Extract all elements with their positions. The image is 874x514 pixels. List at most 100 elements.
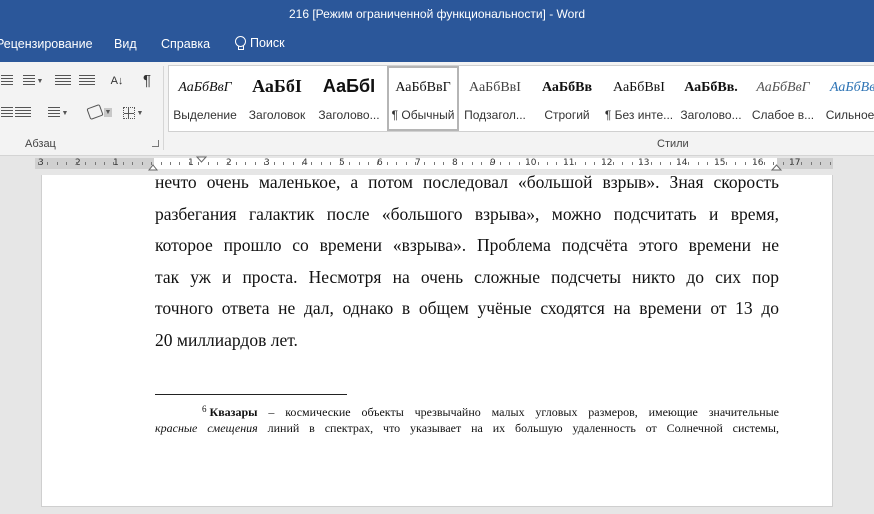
ruler-tick	[47, 162, 49, 165]
footnote-text: – космические объекты чрезвычайно малых …	[257, 405, 779, 419]
ruler-tick	[518, 162, 520, 165]
ruler-tick	[113, 162, 115, 165]
ruler-tick	[716, 162, 718, 165]
ruler-tick	[122, 162, 124, 165]
tab-view[interactable]: Вид	[114, 37, 137, 51]
first-line-indent[interactable]	[196, 156, 208, 164]
footnote-text: линий в спектрах, что указывает на их бо…	[257, 421, 779, 435]
style-strong[interactable]: АаБбВв Строгий	[531, 66, 603, 131]
style-heading-1[interactable]: АаБбI Заголово...	[313, 66, 385, 131]
ruler-tick	[405, 162, 407, 165]
group-separator	[163, 66, 164, 150]
align-right-button[interactable]	[0, 106, 14, 120]
hanging-indent-marker[interactable]	[147, 164, 159, 171]
line-spacing-button[interactable]: ▼	[45, 106, 71, 120]
ruler-tick	[188, 162, 190, 165]
document-body[interactable]: нечто очень маленькое, а потом последова…	[155, 175, 779, 357]
footnote-italic-term: красные смещения	[155, 421, 258, 435]
ruler-tick	[452, 162, 454, 165]
ruler-tick	[386, 162, 388, 165]
lightbulb-icon	[234, 36, 246, 50]
ruler-tick	[528, 162, 530, 165]
ruler-tick	[678, 162, 680, 165]
multilevel-list-button[interactable]: ▼	[22, 74, 44, 88]
ruler-tick	[801, 162, 803, 165]
list-bullets-button[interactable]	[0, 74, 14, 88]
increase-indent-button[interactable]	[77, 74, 97, 88]
tab-review[interactable]: Рецензирование	[0, 37, 93, 51]
ruler-tick	[537, 162, 539, 165]
pilcrow-icon: ¶	[142, 71, 152, 89]
shading-button[interactable]: ▼	[84, 102, 116, 122]
ruler-tick	[744, 162, 746, 165]
ruler-tick	[641, 162, 643, 165]
show-formatting-button[interactable]: ¶	[138, 71, 156, 89]
ruler-tick	[792, 162, 793, 165]
footnote-number: 6	[202, 404, 207, 414]
ruler-label: 11	[563, 158, 575, 168]
ruler-tick	[556, 162, 558, 165]
ruler-tick	[85, 162, 87, 165]
paragraph-line: точного ответа не дал, однако в общем уч…	[155, 298, 779, 319]
ruler-tick	[273, 162, 275, 165]
ruler-label: 13	[638, 158, 650, 168]
ruler-tick	[433, 162, 435, 165]
ruler-label: 10	[525, 158, 537, 168]
ruler-tick	[735, 162, 737, 165]
style-normal[interactable]: АаБбВвГ ¶ Обычный	[387, 66, 459, 131]
horizontal-ruler[interactable]: 3 2 1 1 2 3 4 5 6 7 8 9 10 11 12 13 14 1…	[0, 156, 874, 171]
ruler-tick	[245, 162, 247, 165]
style-emphasis[interactable]: АаБбВвГ Выделение	[169, 66, 241, 131]
ruler-tick	[56, 162, 58, 165]
ruler-tick	[179, 162, 181, 165]
ruler-tick	[94, 162, 96, 165]
ruler-tick	[132, 162, 134, 165]
ruler-tick	[603, 162, 605, 165]
ruler-tick	[810, 162, 812, 165]
footnote-line-1: 6 Квазары – космические объекты чрезвычай…	[155, 401, 779, 420]
paragraph-line: которое прошло со времени «взрыва». Проб…	[155, 235, 779, 256]
tab-help[interactable]: Справка	[161, 37, 210, 51]
ribbon: ▼ A↓ ¶ ▼ ▼ ▼ Абзац АаБбВвГ Выделение АаБ…	[0, 62, 874, 156]
ruler-tick	[462, 162, 464, 165]
ruler-tick	[320, 162, 322, 165]
ruler-label: 17	[789, 158, 801, 168]
tell-me-search[interactable]: Поиск	[234, 36, 285, 50]
document-page[interactable]: нечто очень маленькое, а потом последова…	[41, 175, 833, 507]
paragraph-line: так уж и проста. Несмотря на очень сложн…	[155, 266, 779, 287]
right-indent-marker[interactable]	[771, 163, 783, 171]
ruler-tick	[141, 162, 143, 165]
ruler-tick	[584, 162, 586, 165]
line-spacing-icon	[47, 107, 60, 119]
increase-indent-icon	[79, 75, 95, 87]
ruler-tick	[490, 162, 492, 165]
style-intense-emphasis[interactable]: АаБбВвІ Сильное...	[819, 66, 874, 131]
paint-bucket-icon	[85, 103, 104, 121]
ruler-tick	[377, 162, 379, 165]
ruler-tick	[283, 162, 285, 165]
style-subtle-emphasis[interactable]: АаБбВвГ Слабое в...	[747, 66, 819, 131]
ruler-tick	[424, 162, 426, 165]
borders-button[interactable]: ▼	[118, 104, 148, 122]
right-indent-icon	[771, 164, 783, 171]
ruler-tick	[650, 162, 652, 165]
ruler-tick	[254, 162, 256, 165]
paragraph-dialog-launcher[interactable]	[152, 140, 159, 147]
first-line-indent-icon	[196, 156, 208, 163]
title-bar: 216 [Режим ограниченной функциональности…	[0, 0, 874, 27]
styles-gallery: АаБбВвГ Выделение АаБбI Заголовок АаБбI …	[168, 65, 874, 132]
sort-button[interactable]: A↓	[106, 72, 128, 90]
footnote[interactable]: 6 Квазары – космические объекты чрезвычай…	[155, 401, 779, 436]
ruler-tick	[311, 162, 313, 165]
borders-icon	[122, 107, 135, 119]
indent-markers-left[interactable]	[145, 156, 165, 171]
ruler-tick	[66, 162, 68, 165]
ruler-tick	[697, 162, 699, 165]
style-subtitle[interactable]: АаБбВвI Подзагол...	[459, 66, 531, 131]
style-heading-2[interactable]: АаБбВв. Заголово...	[675, 66, 747, 131]
style-title[interactable]: АаБбI Заголовок	[241, 66, 313, 131]
style-no-spacing[interactable]: АаБбВвI ¶ Без инте...	[603, 66, 675, 131]
justify-button[interactable]	[14, 106, 32, 120]
window-title: 216 [Режим ограниченной функциональности…	[288, 6, 585, 21]
decrease-indent-button[interactable]	[53, 74, 73, 88]
